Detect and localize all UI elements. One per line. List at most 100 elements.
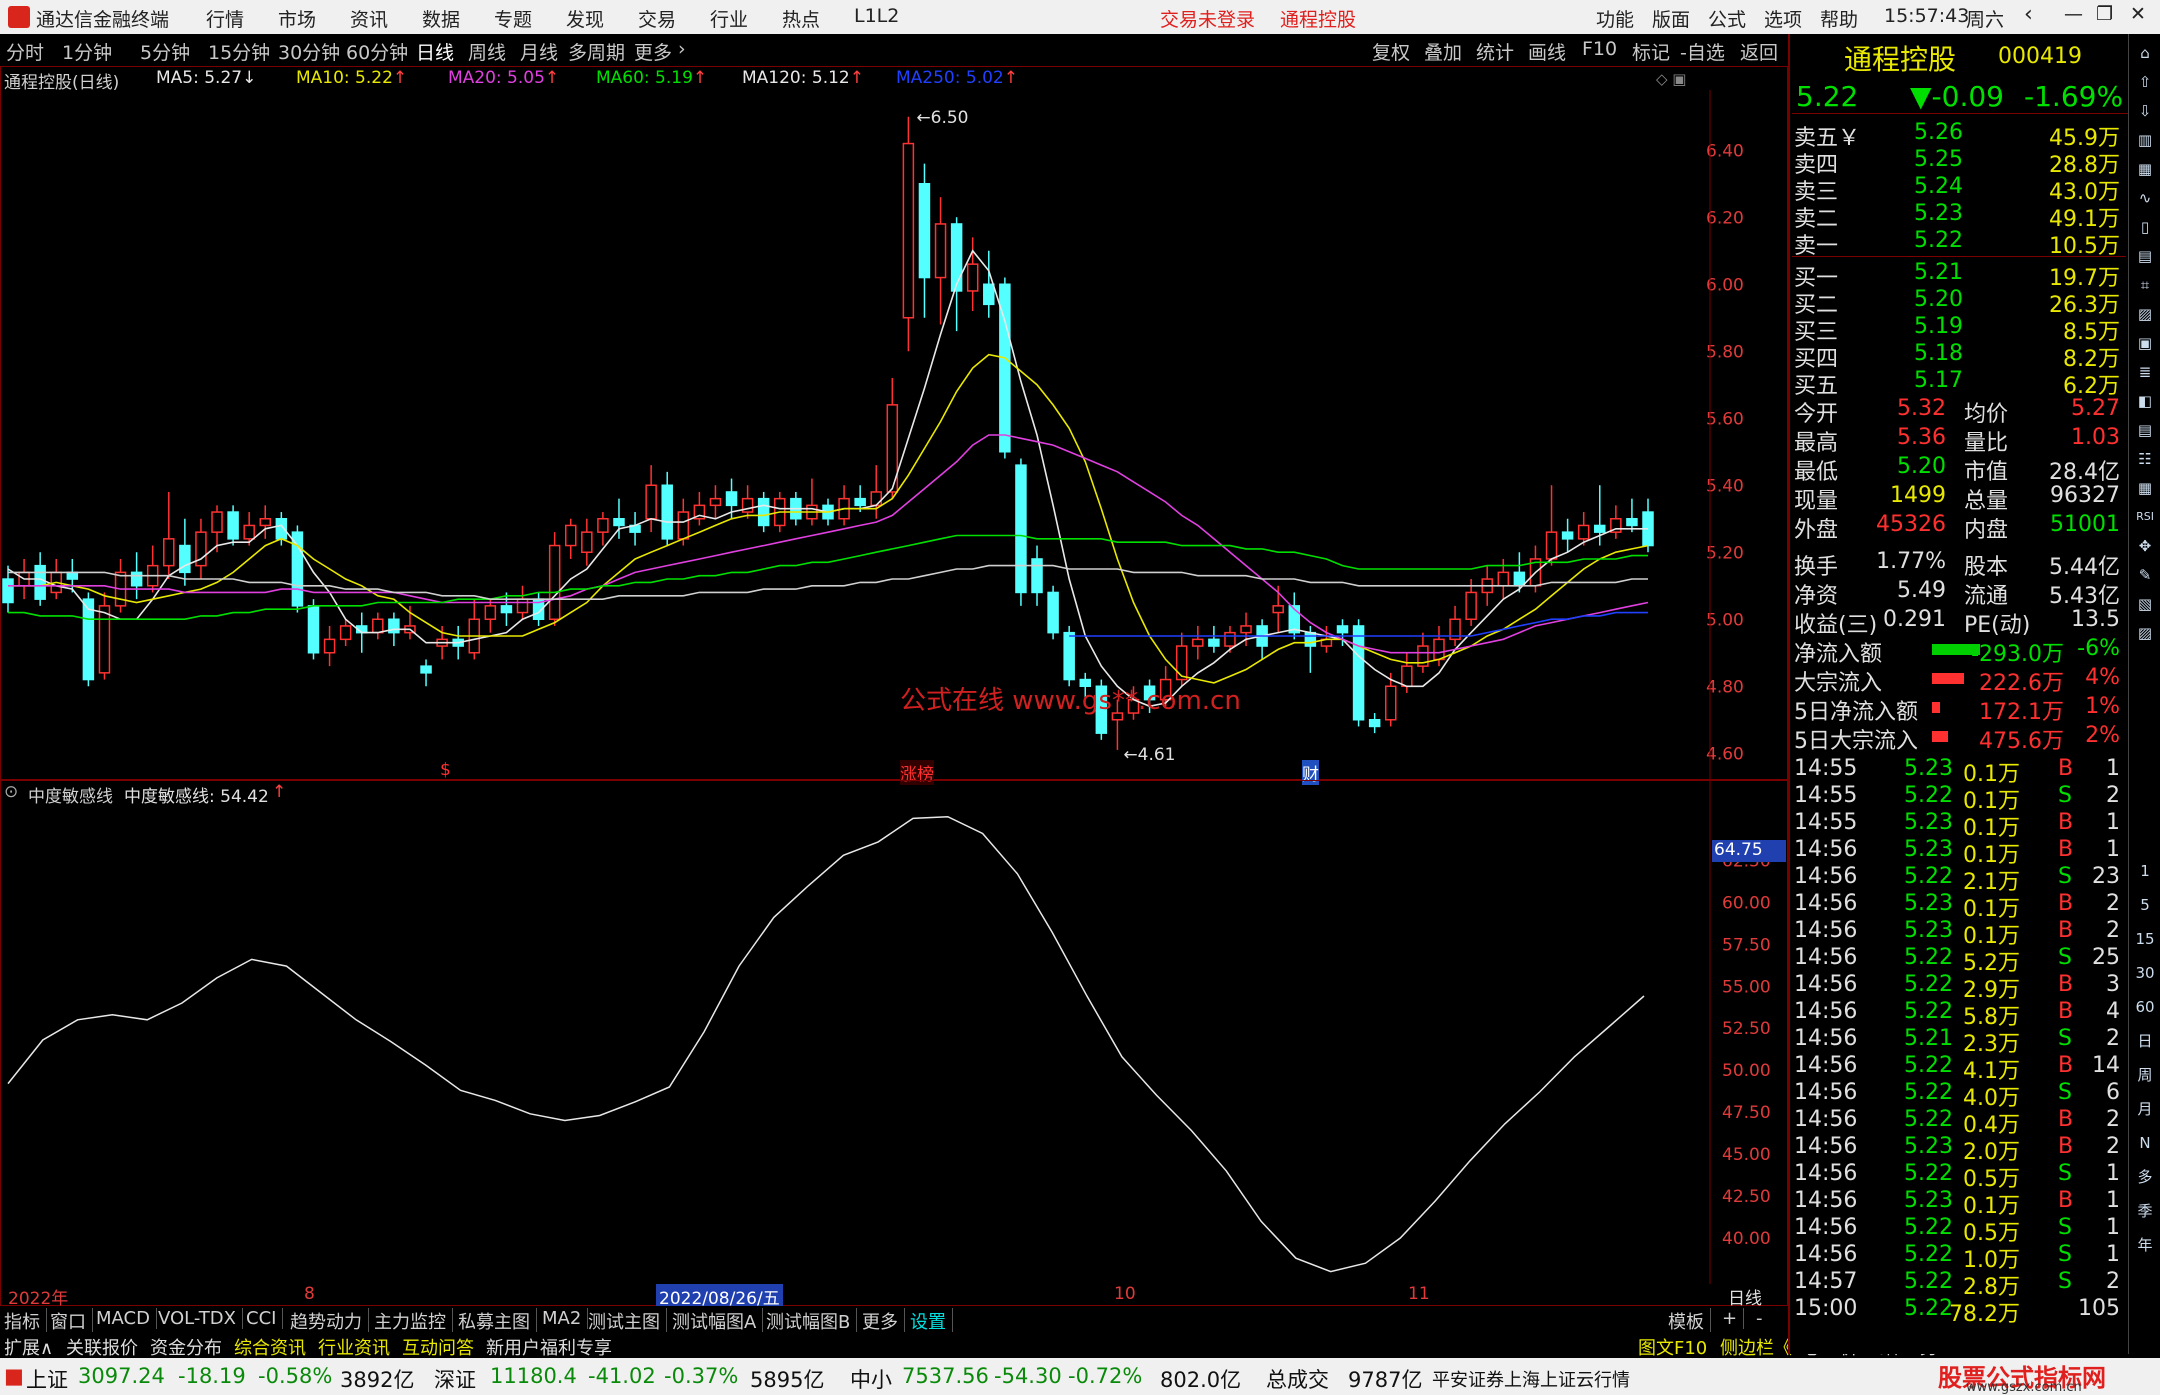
side-period-button[interactable]: 月 xyxy=(2132,1096,2158,1122)
sz-label[interactable]: 深证 xyxy=(434,1364,476,1394)
tick-row[interactable]: 14:56 5.22 0.5万 S 1 xyxy=(1792,1215,2124,1246)
stat-row[interactable]: 现量 1499 总量 96327 xyxy=(1792,483,2124,514)
tab-ma2[interactable]: MA2 xyxy=(542,1308,589,1329)
menu-market-list[interactable]: 市场 xyxy=(278,5,316,32)
side-tool-icon[interactable]: ☷ xyxy=(2132,446,2158,472)
event-marker-dollar[interactable]: $ xyxy=(440,760,451,780)
side-tool-icon[interactable]: ∿ xyxy=(2132,185,2158,211)
side-tool-icon[interactable]: ✎ xyxy=(2132,562,2158,588)
tab-15min[interactable]: 15分钟 xyxy=(208,38,270,65)
tab-intraday[interactable]: 分时 xyxy=(6,38,44,65)
side-period-button[interactable]: 60 xyxy=(2132,994,2158,1020)
stat-row[interactable]: 今开 5.32 均价 5.27 xyxy=(1792,396,2124,427)
bid-row[interactable]: 买二 5.20 26.3万 xyxy=(1792,287,2124,318)
watchlist-button[interactable]: -自选 xyxy=(1680,38,1725,65)
side-tool-icon[interactable]: ▨ xyxy=(2132,301,2158,327)
draw-button[interactable]: 画线 xyxy=(1528,38,1566,65)
tab-general-news[interactable]: 综合资讯 xyxy=(234,1334,306,1360)
tick-row[interactable]: 14:56 5.23 2.0万 B 2 xyxy=(1792,1134,2124,1165)
tab-60min[interactable]: 60分钟 xyxy=(346,38,408,65)
tab-daily[interactable]: 日线 xyxy=(416,38,454,65)
bid-row[interactable]: 买五 5.17 6.2万 xyxy=(1792,368,2124,399)
side-tool-icon[interactable]: ▨ xyxy=(2132,620,2158,646)
side-tool-icon[interactable]: ▣ xyxy=(2132,330,2158,356)
tick-row[interactable]: 14:56 5.22 2.1万 S 23 xyxy=(1792,864,2124,895)
menu-topic[interactable]: 专题 xyxy=(494,5,532,32)
tick-row[interactable]: 14:56 5.22 0.4万 B 2 xyxy=(1792,1107,2124,1138)
mark-button[interactable]: 标记 xyxy=(1632,38,1670,65)
side-tool-icon[interactable]: ⇧ xyxy=(2132,69,2158,95)
side-tool-icon[interactable]: ▧ xyxy=(2132,591,2158,617)
side-tool-icon[interactable]: ◧ xyxy=(2132,388,2158,414)
stat-row[interactable]: 最低 5.20 市值 28.4亿 xyxy=(1792,454,2124,485)
add-panel-button[interactable]: + xyxy=(1722,1308,1745,1329)
tick-row[interactable]: 14:56 5.22 1.0万 S 1 xyxy=(1792,1242,2124,1273)
tab-macd[interactable]: MACD xyxy=(96,1308,157,1329)
restore-icon[interactable]: ❐ xyxy=(2096,3,2113,25)
side-tool-icon[interactable]: ⇩ xyxy=(2132,98,2158,124)
menu-industry[interactable]: 行业 xyxy=(710,5,748,32)
tab-main-monitor[interactable]: 主力监控 xyxy=(374,1308,453,1334)
side-tool-icon[interactable]: ⌗ xyxy=(2132,272,2158,298)
side-period-button[interactable]: 1 xyxy=(2132,858,2158,884)
stat-row[interactable]: 换手 1.77% 股本 5.44亿 xyxy=(1792,549,2124,580)
tick-row[interactable]: 14:56 5.23 0.1万 B 1 xyxy=(1792,837,2124,868)
minimize-icon[interactable]: — xyxy=(2064,3,2083,25)
close-icon[interactable]: ✕ xyxy=(2130,3,2146,25)
tick-row[interactable]: 14:56 5.22 4.1万 B 14 xyxy=(1792,1053,2124,1084)
flow-row[interactable]: 净流入额 -293.0万 -6% xyxy=(1792,636,2124,667)
stat-row[interactable]: 收益(三) 0.291 PE(动) 13.5 xyxy=(1792,607,2124,638)
menu-help[interactable]: 帮助 xyxy=(1820,5,1858,32)
sensitivity-line-chart[interactable]: 62.5060.0057.5055.0052.5050.0047.5045.00… xyxy=(0,780,1788,1306)
overlay-button[interactable]: 叠加 xyxy=(1424,38,1462,65)
menu-l1l2[interactable]: L1L2 xyxy=(854,5,899,27)
tab-new-user[interactable]: 新用户福利专享 xyxy=(486,1334,612,1360)
side-period-button[interactable]: 30 xyxy=(2132,960,2158,986)
back-icon[interactable]: ‹ xyxy=(2024,2,2033,27)
menu-hot[interactable]: 热点 xyxy=(782,5,820,32)
side-tool-icon[interactable]: ▯ xyxy=(2132,214,2158,240)
tab-weekly[interactable]: 周线 xyxy=(468,38,506,65)
menu-options[interactable]: 选项 xyxy=(1764,5,1802,32)
flow-row[interactable]: 5日大宗流入 475.6万 2% xyxy=(1792,723,2124,754)
tick-row[interactable]: 14:56 5.22 2.9万 B 3 xyxy=(1792,972,2124,1003)
tick-row[interactable]: 14:56 5.22 5.8万 B 4 xyxy=(1792,999,2124,1030)
side-period-button[interactable]: 日 xyxy=(2132,1028,2158,1054)
side-tool-icon[interactable]: ▤ xyxy=(2132,243,2158,269)
tab-cci[interactable]: CCI xyxy=(246,1308,284,1329)
tick-row[interactable]: 14:55 5.22 0.1万 S 2 xyxy=(1792,783,2124,814)
tick-row[interactable]: 14:56 5.22 5.2万 S 25 xyxy=(1792,945,2124,976)
ask-row[interactable]: 卖四 5.25 28.8万 xyxy=(1792,147,2124,178)
tab-30min[interactable]: 30分钟 xyxy=(278,38,340,65)
tab-industry-news[interactable]: 行业资讯 xyxy=(318,1334,390,1360)
statistics-button[interactable]: 统计 xyxy=(1476,38,1514,65)
tab-window[interactable]: 窗口 xyxy=(50,1308,93,1334)
side-tool-icon[interactable]: ▦ xyxy=(2132,156,2158,182)
side-period-button[interactable]: 多 xyxy=(2132,1164,2158,1190)
collapse-icon[interactable]: ◇ ▣ xyxy=(1656,70,1686,88)
bid-row[interactable]: 买一 5.21 19.7万 xyxy=(1792,260,2124,291)
tick-row[interactable]: 14:56 5.23 0.1万 B 2 xyxy=(1792,918,2124,949)
tab-5min[interactable]: 5分钟 xyxy=(140,38,190,65)
f10-graphic-button[interactable]: 图文F10 xyxy=(1638,1334,1707,1360)
tab-qa[interactable]: 互动问答 xyxy=(402,1334,474,1360)
side-period-button[interactable]: 5 xyxy=(2132,892,2158,918)
tab-monthly[interactable]: 月线 xyxy=(520,38,558,65)
stat-row[interactable]: 净资 5.49 流通 5.43亿 xyxy=(1792,578,2124,609)
tab-more-indicators[interactable]: 更多 xyxy=(862,1308,905,1334)
tab-settings[interactable]: 设置 xyxy=(910,1308,953,1334)
side-tool-icon[interactable]: ▦ xyxy=(2132,475,2158,501)
menu-data[interactable]: 数据 xyxy=(422,5,460,32)
menu-news[interactable]: 资讯 xyxy=(350,5,388,32)
tab-test-sub-b[interactable]: 测试幅图B xyxy=(766,1308,858,1334)
side-tool-icon[interactable]: ▥ xyxy=(2132,127,2158,153)
ask-row[interactable]: 卖五￥ 5.26 45.9万 xyxy=(1792,120,2124,151)
ask-row[interactable]: 卖一 5.22 10.5万 xyxy=(1792,228,2124,259)
return-button[interactable]: 返回 xyxy=(1740,38,1778,65)
ask-row[interactable]: 卖二 5.23 49.1万 xyxy=(1792,201,2124,232)
tick-row[interactable]: 14:56 5.23 0.1万 B 1 xyxy=(1792,1188,2124,1219)
menu-function[interactable]: 功能 xyxy=(1596,5,1634,32)
tab-trend-power[interactable]: 趋势动力 xyxy=(290,1308,369,1334)
tab-more[interactable]: 更多 xyxy=(634,38,672,65)
menu-layout[interactable]: 版面 xyxy=(1652,5,1690,32)
